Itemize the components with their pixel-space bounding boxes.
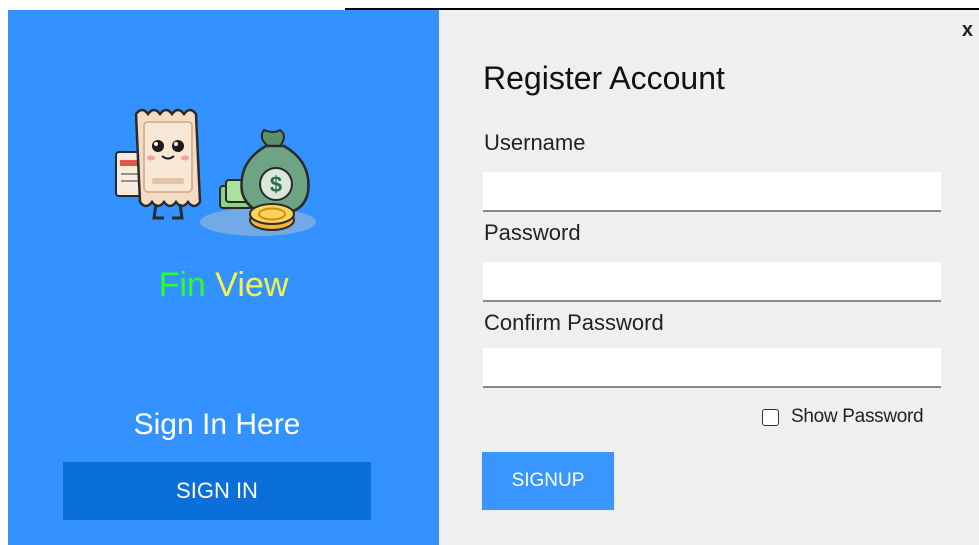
password-input[interactable] [483, 262, 941, 302]
brand-view-text: View [215, 266, 289, 304]
confirm-password-input[interactable] [483, 348, 941, 388]
confirm-password-label: Confirm Password [484, 310, 664, 335]
signin-caption: Sign In Here [133, 408, 301, 441]
username-input[interactable] [483, 172, 941, 212]
brand-fin-text: Fin [158, 266, 206, 304]
register-window: $ Fin View Sign In Here SIGN IN x Regist… [0, 0, 979, 545]
app-brand-title: Fin View [8, 265, 439, 305]
show-password-toggle[interactable]: Show Password [762, 405, 924, 429]
show-password-checkbox[interactable] [762, 408, 779, 426]
left-brand-panel: $ Fin View Sign In Here SIGN IN [8, 10, 439, 545]
username-label: Username [484, 130, 586, 155]
svg-text:$: $ [270, 172, 282, 197]
signup-button[interactable]: SIGNUP [482, 452, 614, 510]
form-title: Register Account [483, 60, 725, 96]
show-password-label: Show Password [791, 406, 924, 427]
close-icon[interactable]: x [962, 18, 973, 42]
signin-button[interactable]: SIGN IN [63, 462, 371, 520]
password-label: Password [484, 220, 581, 245]
tax-money-mascot-icon: $ [115, 108, 316, 236]
